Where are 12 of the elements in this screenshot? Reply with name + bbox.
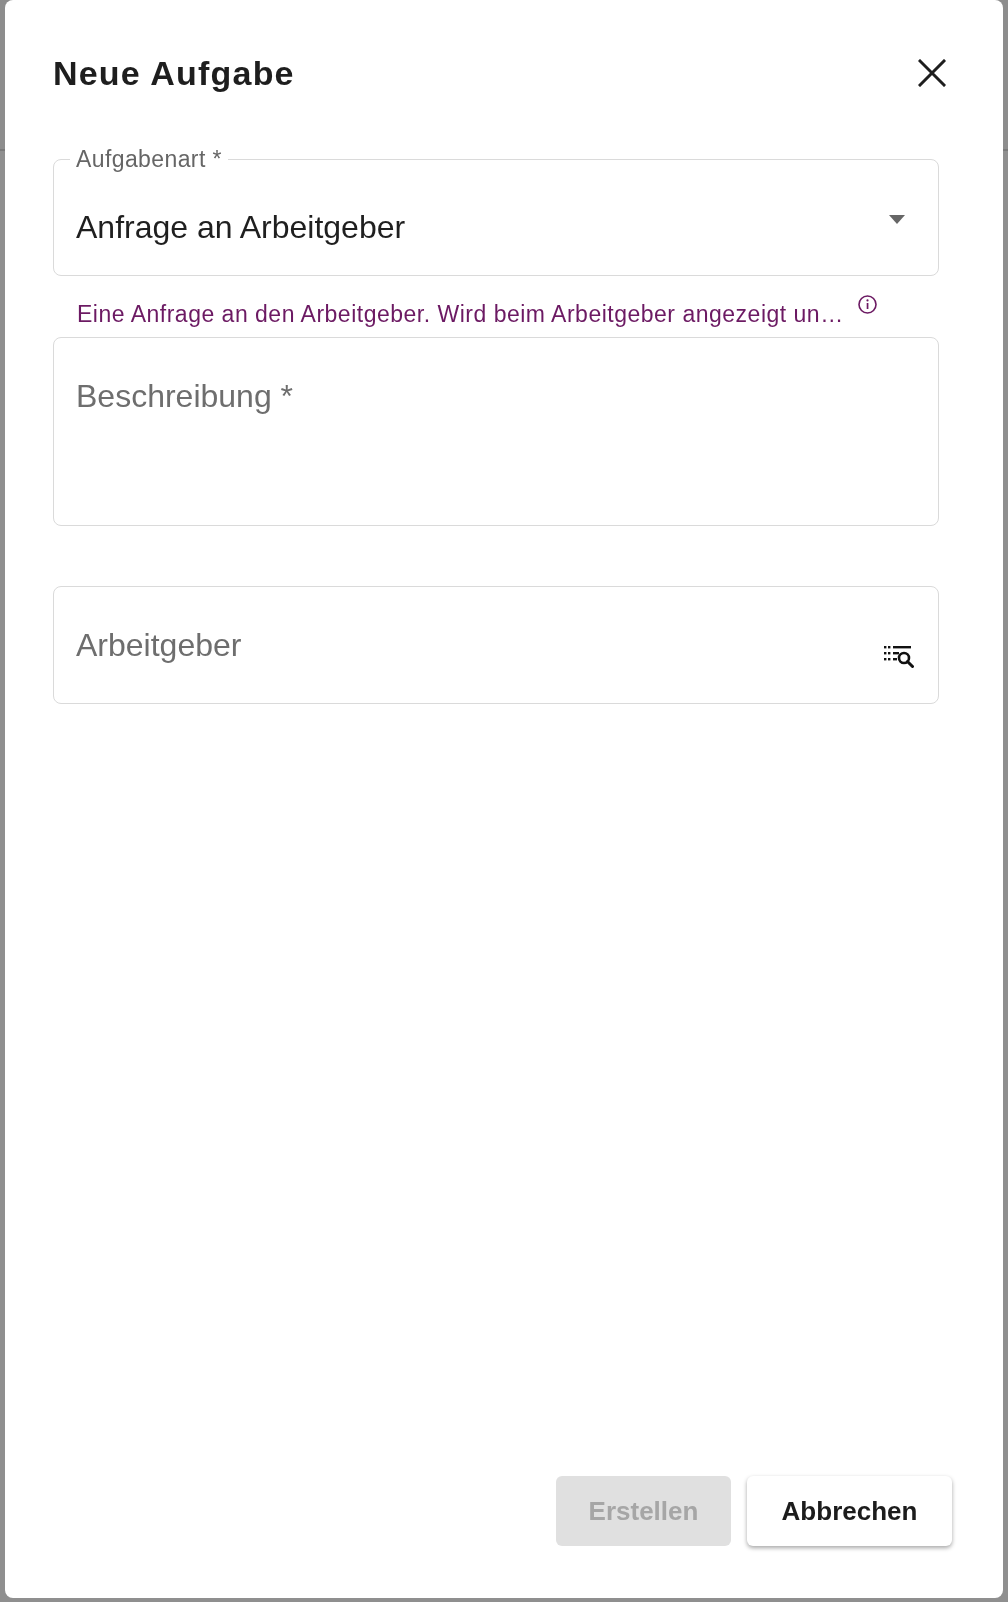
list-search-icon (884, 645, 914, 668)
employer-field[interactable]: Arbeitgeber (53, 586, 939, 704)
selected-value: Anfrage an Arbeitgeber (76, 208, 406, 245)
cancel-button[interactable]: Abbrechen (747, 1476, 952, 1546)
info-icon (857, 295, 877, 314)
dropdown-field[interactable]: Aufgabenart * Anfrage an Arbeitgeber (53, 147, 939, 276)
helper-text: Eine Anfrage an den Arbeitgeber. Wird beim Arbeitgeber angezeigt un… (77, 301, 844, 327)
caret-icon (889, 215, 905, 224)
close-icon (918, 59, 946, 87)
field-label: Aufgabenart * (75, 147, 223, 171)
dialog-title: Neue Aufgabe (53, 55, 295, 91)
description-field[interactable]: Beschreibung * (53, 337, 939, 526)
